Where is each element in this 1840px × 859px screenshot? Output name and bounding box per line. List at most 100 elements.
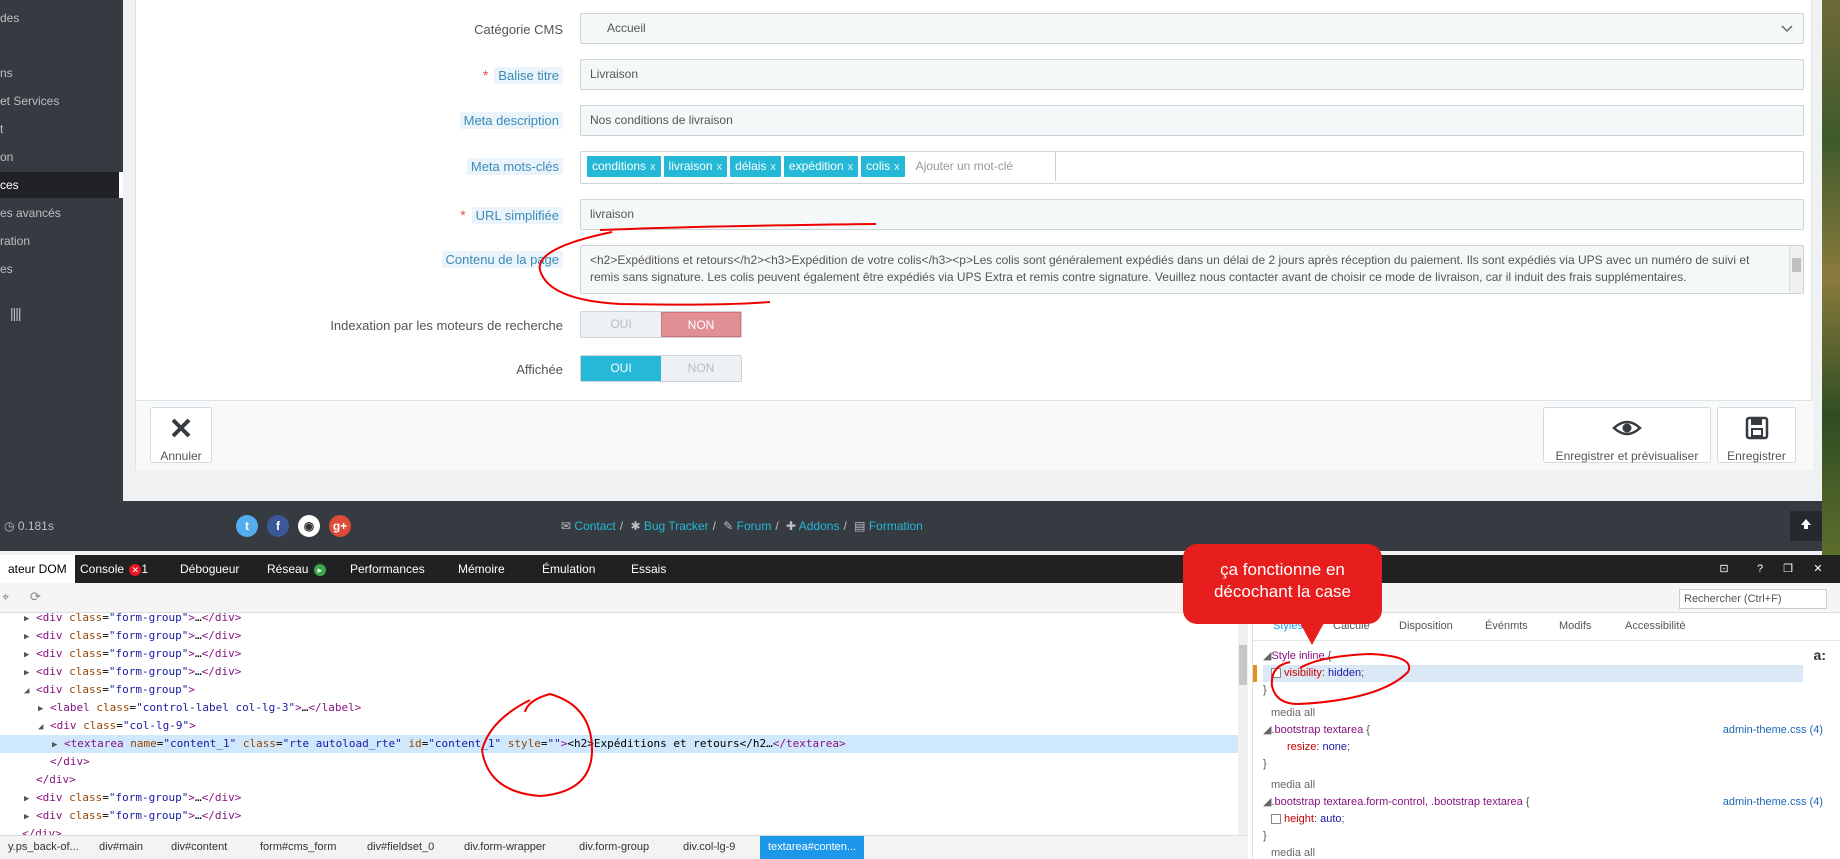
- indexation-yes-option[interactable]: OUI: [581, 312, 661, 337]
- sidebar-item[interactable]: t: [0, 116, 123, 142]
- remove-tag-icon[interactable]: x: [650, 161, 656, 173]
- tab-changes[interactable]: Modifs: [1559, 620, 1591, 632]
- breadcrumb-item[interactable]: form#cms_form: [252, 836, 344, 859]
- add-keyword-input[interactable]: Ajouter un mot-clé: [916, 152, 1056, 181]
- google-plus-icon[interactable]: g+: [329, 515, 351, 537]
- undock-icon[interactable]: ❐: [1778, 561, 1798, 577]
- stylesheet-link[interactable]: admin-theme.css (4): [1723, 794, 1823, 811]
- indexation-no-option[interactable]: NON: [661, 312, 741, 337]
- displayed-switch[interactable]: OUI NON: [580, 355, 742, 382]
- tab-events[interactable]: Événmts: [1485, 620, 1528, 632]
- breadcrumb-item[interactable]: div.form-group: [571, 836, 657, 859]
- property-checkbox[interactable]: [1271, 668, 1281, 679]
- sidebar-item[interactable]: ration: [0, 228, 123, 254]
- css-declaration-height[interactable]: height: auto;: [1263, 811, 1823, 828]
- contact-link[interactable]: Contact: [574, 519, 615, 533]
- friendly-url-input[interactable]: livraison: [580, 199, 1804, 230]
- remove-tag-icon[interactable]: x: [894, 161, 900, 173]
- sidebar-item[interactable]: on: [0, 144, 123, 170]
- page-content-textarea[interactable]: <h2>Expéditions et retours</h2><h3>Expéd…: [580, 245, 1804, 294]
- breadcrumb-item[interactable]: div#content: [163, 836, 235, 859]
- textarea-scrollbar[interactable]: [1789, 246, 1803, 293]
- expand-arrow-icon[interactable]: ▶: [24, 613, 36, 628]
- tab-tests[interactable]: Essais: [623, 555, 674, 583]
- tab-emulation[interactable]: Émulation: [534, 555, 603, 583]
- scrollbar-thumb[interactable]: [1239, 645, 1247, 685]
- indexation-switch[interactable]: OUI NON: [580, 311, 742, 338]
- css-declaration-resize[interactable]: resize: none;: [1263, 739, 1823, 756]
- dom-node[interactable]: </div>: [0, 753, 1238, 771]
- collapse-arrow-icon[interactable]: ◢: [24, 682, 36, 700]
- addons-link[interactable]: Addons: [799, 519, 840, 533]
- select-element-icon[interactable]: ⌖: [2, 589, 9, 605]
- dom-node[interactable]: ▶ <div class="form-group">…</div>: [0, 807, 1238, 825]
- dom-node[interactable]: ▶ <div class="form-group">…</div>: [0, 613, 1238, 627]
- forum-link[interactable]: Forum: [737, 519, 772, 533]
- expand-arrow-icon[interactable]: ▶: [24, 808, 36, 826]
- breadcrumb-item[interactable]: div.col-lg-9: [675, 836, 743, 859]
- dom-node[interactable]: </div>: [0, 771, 1238, 789]
- expand-arrow-icon[interactable]: ▶: [24, 664, 36, 682]
- tab-debugger[interactable]: Débogueur: [172, 555, 247, 583]
- meta-keywords-tag-input[interactable]: conditions x livraison x délais x expédition x c…: [580, 151, 1804, 184]
- console-toggle-icon[interactable]: ⊡: [1714, 561, 1734, 577]
- expand-arrow-icon[interactable]: ▶: [24, 790, 36, 808]
- sidebar-item[interactable]: ns: [0, 60, 123, 86]
- save-and-preview-button[interactable]: Enregistrer et prévisualiser: [1543, 407, 1711, 463]
- facebook-icon[interactable]: f: [267, 515, 289, 537]
- breadcrumb-item[interactable]: div#fieldset_0: [359, 836, 442, 859]
- expand-arrow-icon[interactable]: ▶: [38, 700, 50, 718]
- cancel-button[interactable]: Annuler: [150, 407, 212, 463]
- tab-network[interactable]: Réseau ▸: [259, 555, 334, 583]
- refresh-icon[interactable]: ⟳: [30, 589, 41, 605]
- tab-layout[interactable]: Disposition: [1399, 620, 1453, 632]
- dom-node[interactable]: ▶ <div class="form-group">…</div>: [0, 789, 1238, 807]
- scroll-to-top-button[interactable]: [1790, 511, 1822, 541]
- dom-node[interactable]: ▶ <div class="form-group">…</div>: [0, 645, 1238, 663]
- breadcrumb-item-active[interactable]: textarea#conten...: [760, 836, 865, 859]
- github-icon[interactable]: ◉: [298, 515, 320, 537]
- breadcrumb-item[interactable]: div#main: [91, 836, 151, 859]
- meta-description-input[interactable]: Nos conditions de livraison: [580, 105, 1804, 136]
- sidebar-item[interactable]: es avancés: [0, 200, 123, 226]
- dom-node[interactable]: ▶ <div class="form-group">…</div>: [0, 663, 1238, 681]
- expand-arrow-icon[interactable]: ▶: [24, 646, 36, 664]
- dom-node-selected[interactable]: ▶ <textarea name="content_1" class="rte a…: [0, 735, 1238, 753]
- sidebar-item-active[interactable]: ces: [0, 172, 123, 198]
- close-icon[interactable]: ✕: [1808, 561, 1828, 577]
- remove-tag-icon[interactable]: x: [770, 161, 776, 173]
- sidebar-item[interactable]: et Services: [0, 88, 123, 114]
- sidebar-item[interactable]: des: [0, 5, 123, 31]
- dom-tree-scrollbar[interactable]: [1238, 613, 1248, 835]
- bug-tracker-link[interactable]: Bug Tracker: [644, 519, 709, 533]
- dom-node[interactable]: ◢ <div class="form-group">: [0, 681, 1238, 699]
- tab-console[interactable]: Console ✕ 1: [72, 555, 156, 583]
- expand-arrow-icon[interactable]: ▶: [52, 736, 64, 754]
- tab-accessibility[interactable]: Accessibilité: [1625, 620, 1686, 632]
- twitter-icon[interactable]: t: [236, 515, 258, 537]
- stylesheet-link[interactable]: admin-theme.css (4): [1723, 722, 1823, 739]
- css-declaration-visibility[interactable]: visibility: hidden;: [1263, 665, 1803, 682]
- cms-category-select[interactable]: Accueil: [580, 13, 1804, 44]
- help-icon[interactable]: ?: [1750, 561, 1770, 577]
- property-checkbox[interactable]: [1271, 814, 1281, 825]
- formation-link[interactable]: Formation: [869, 519, 923, 533]
- devtools-search-input[interactable]: Rechercher (Ctrl+F): [1679, 589, 1827, 609]
- dom-node[interactable]: ▶ <label class="control-label col-lg-3">……: [0, 699, 1238, 717]
- collapse-arrow-icon[interactable]: ◢: [38, 718, 50, 736]
- tab-dom-explorer[interactable]: ateur DOM: [0, 555, 75, 583]
- remove-tag-icon[interactable]: x: [717, 161, 723, 173]
- expand-arrow-icon[interactable]: ▶: [24, 628, 36, 646]
- remove-tag-icon[interactable]: x: [848, 161, 854, 173]
- scrollbar-thumb[interactable]: [1792, 258, 1801, 272]
- tab-memory[interactable]: Mémoire: [450, 555, 513, 583]
- dom-node[interactable]: </div>: [0, 825, 1238, 835]
- displayed-no-option[interactable]: NON: [661, 356, 741, 381]
- meta-title-input[interactable]: Livraison: [580, 59, 1804, 90]
- sidebar-item[interactable]: es: [0, 256, 123, 282]
- dom-node[interactable]: ▶ <div class="form-group">…</div>: [0, 627, 1238, 645]
- breadcrumb-item[interactable]: y.ps_back-of...: [0, 836, 87, 859]
- displayed-yes-option[interactable]: OUI: [581, 356, 661, 381]
- tab-performance[interactable]: Performances: [342, 555, 433, 583]
- dom-node[interactable]: ◢ <div class="col-lg-9">: [0, 717, 1238, 735]
